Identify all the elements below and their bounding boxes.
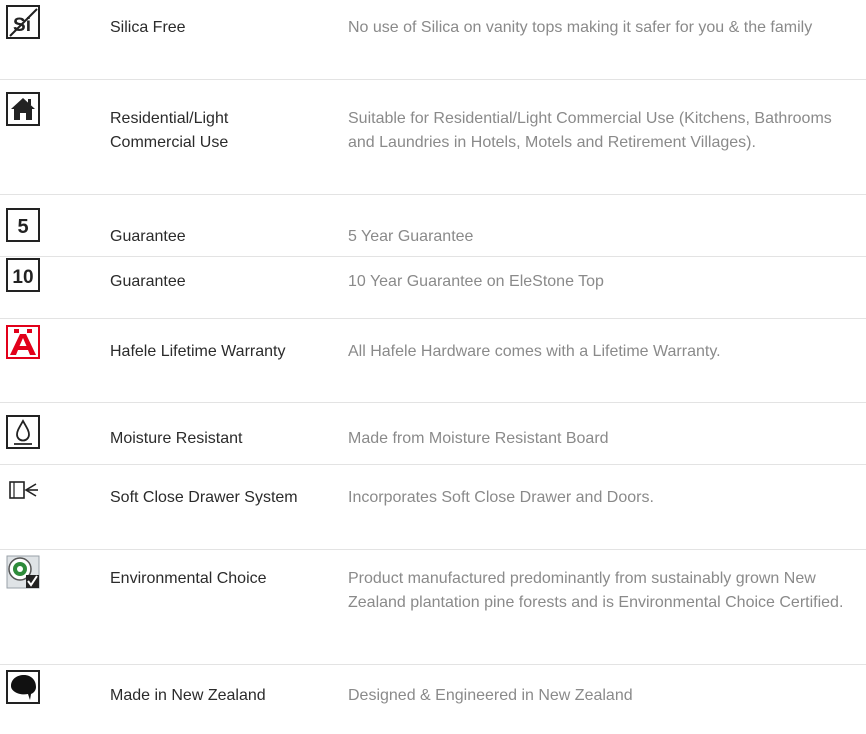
five-year-icon: 5 xyxy=(6,208,40,242)
feature-name: Environmental Choice xyxy=(110,570,267,587)
feature-name: Guarantee xyxy=(110,228,186,245)
hafele-logo-icon xyxy=(6,325,40,359)
feature-description: 5 Year Guarantee xyxy=(348,228,474,245)
kiwi-icon xyxy=(6,670,40,704)
feature-description: 10 Year Guarantee on EleStone Top xyxy=(348,273,604,290)
feature-row-new-zealand: Made in New Zealand Designed & Engineere… xyxy=(0,665,866,734)
feature-row-ten-year: 10 Guarantee 10 Year Guarantee on EleSto… xyxy=(0,257,866,319)
feature-description: Suitable for Residential/Light Commercia… xyxy=(348,110,832,151)
feature-name: Made in New Zealand xyxy=(110,687,266,704)
feature-row-silica-free: Si Silica Free No use of Silica on vanit… xyxy=(0,0,866,80)
ten-year-icon: 10 xyxy=(6,258,40,292)
feature-name: Silica Free xyxy=(110,19,186,36)
feature-description: All Hafele Hardware comes with a Lifetim… xyxy=(348,343,721,360)
feature-description: Incorporates Soft Close Drawer and Doors… xyxy=(348,489,654,506)
feature-row-residential: Residential/Light Commercial Use Suitabl… xyxy=(0,80,866,195)
feature-description: Product manufactured predominantly from … xyxy=(348,570,844,611)
water-drop-icon xyxy=(6,415,40,449)
svg-text:10: 10 xyxy=(12,267,33,288)
feature-row-moisture: Moisture Resistant Made from Moisture Re… xyxy=(0,403,866,465)
feature-name: Guarantee xyxy=(110,273,186,290)
svg-text:5: 5 xyxy=(17,216,28,238)
feature-name: Residential/Light Commercial Use xyxy=(110,110,229,151)
feature-row-five-year: 5 Guarantee 5 Year Guarantee xyxy=(0,195,866,257)
environmental-choice-icon xyxy=(6,555,40,589)
house-icon xyxy=(6,92,40,126)
feature-name: Soft Close Drawer System xyxy=(110,489,298,506)
soft-close-drawer-icon xyxy=(6,473,40,507)
feature-description: No use of Silica on vanity tops making i… xyxy=(348,19,813,36)
feature-description: Designed & Engineered in New Zealand xyxy=(348,687,633,704)
feature-name: Hafele Lifetime Warranty xyxy=(110,343,286,360)
silica-free-icon: Si xyxy=(6,5,40,39)
feature-row-environmental: Environmental Choice Product manufacture… xyxy=(0,550,866,665)
feature-name: Moisture Resistant xyxy=(110,430,243,447)
feature-row-soft-close: Soft Close Drawer System Incorporates So… xyxy=(0,465,866,550)
feature-description: Made from Moisture Resistant Board xyxy=(348,430,609,447)
feature-row-hafele: Hafele Lifetime Warranty All Hafele Hard… xyxy=(0,319,866,403)
